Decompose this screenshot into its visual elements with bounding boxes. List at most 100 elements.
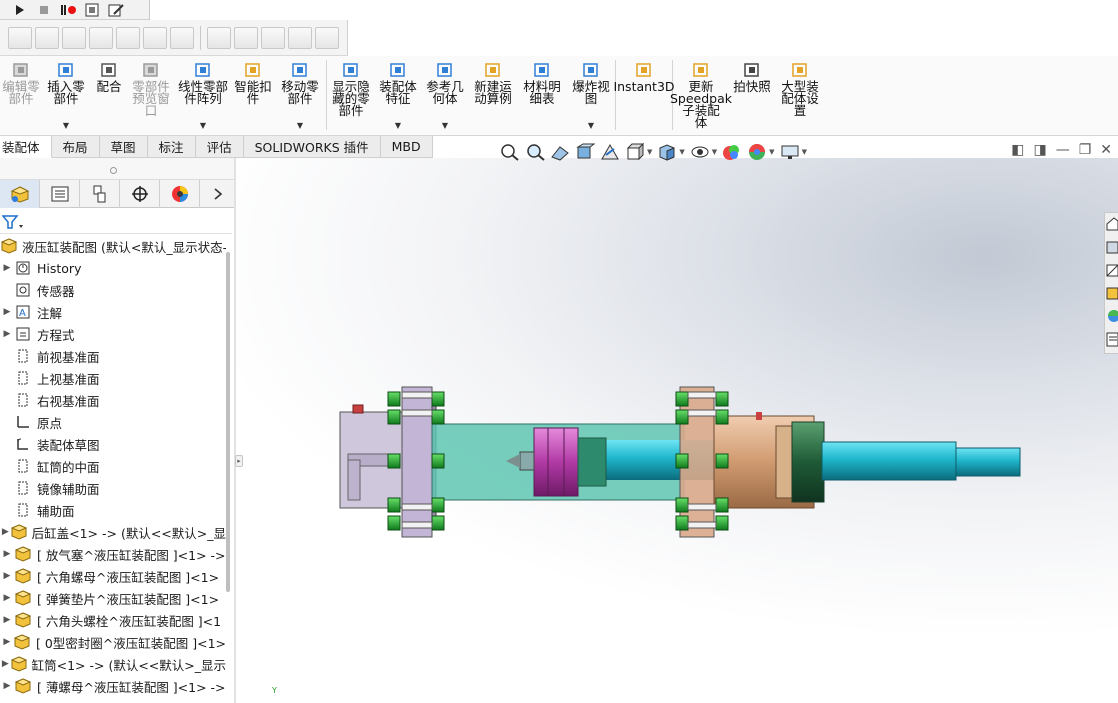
dynamic-annotation-icon[interactable] <box>600 143 620 161</box>
command-exploded-view-button[interactable]: 爆炸视 图 ▼ <box>567 56 615 136</box>
command-bom-button[interactable]: 材料明 细表 <box>517 56 567 136</box>
tile-left-icon[interactable]: ◧ <box>1011 142 1024 158</box>
view-palette-icon[interactable] <box>1106 284 1118 302</box>
dimxpert-tab[interactable] <box>120 179 160 208</box>
tab-6[interactable]: MBD <box>380 136 433 158</box>
tab-5[interactable]: SOLIDWORKS 插件 <box>243 136 381 158</box>
custom-properties-icon[interactable] <box>1106 330 1118 348</box>
tab-1[interactable]: 布局 <box>51 136 100 158</box>
toolbar-button-7[interactable] <box>170 26 194 49</box>
command-show-hidden-button[interactable]: 显示隐 藏的零 部件 <box>327 56 375 136</box>
restore-icon[interactable]: ❐ <box>1079 142 1092 158</box>
toolbar-button-5[interactable] <box>116 26 140 49</box>
previous-view-icon[interactable] <box>550 143 570 161</box>
appearances-icon[interactable] <box>1106 307 1118 325</box>
dropdown-caret-icon[interactable]: ▼ <box>769 148 774 156</box>
tab-2[interactable]: 草图 <box>99 136 148 158</box>
toolbar-button-3[interactable] <box>62 26 86 49</box>
tree-item[interactable]: 辅助面 <box>0 499 226 521</box>
toolbar-button-2[interactable] <box>35 26 59 49</box>
display-manager-tab[interactable] <box>160 179 200 208</box>
tree-item[interactable]: 传感器 <box>0 279 226 301</box>
dropdown-caret-icon[interactable]: ▼ <box>297 121 303 130</box>
tree-item[interactable]: ▶ 后缸盖<1> -> (默认<<默认>_显 <box>0 521 226 543</box>
command-large-assembly-button[interactable]: 大型装 配体设 置 <box>775 56 825 136</box>
expand-arrow-icon[interactable]: ▶ <box>0 593 14 603</box>
collapse-pane-handle[interactable]: ▸ <box>235 455 243 467</box>
more-tabs-button[interactable] <box>200 180 236 208</box>
command-snapshot-button[interactable]: 拍快照 <box>729 56 775 136</box>
toolbar-button-12[interactable] <box>315 26 339 49</box>
command-component-preview-button[interactable]: 零部件 预览窗 口 <box>128 56 174 136</box>
expand-arrow-icon[interactable]: ▶ <box>0 659 11 669</box>
expand-arrow-icon[interactable]: ▶ <box>0 637 14 647</box>
command-instant3d-button[interactable]: Instant3D <box>613 56 675 136</box>
tree-item[interactable]: ▶ [ 弹簧垫片^液压缸装配图 ]<1> <box>0 587 226 609</box>
command-smart-fasteners-button[interactable]: 智能扣 件 <box>232 56 274 136</box>
minimize-icon[interactable]: — <box>1056 142 1070 158</box>
tree-item[interactable]: ▶ [ 六角头螺栓^液压缸装配图 ]<1 <box>0 609 226 631</box>
featuremanager-tab[interactable] <box>0 179 40 208</box>
dropdown-caret-icon[interactable]: ▼ <box>712 148 717 156</box>
tree-item[interactable]: 原点 <box>0 411 226 433</box>
toolbar-button-6[interactable] <box>143 26 167 49</box>
design-library-icon[interactable] <box>1106 238 1118 256</box>
tree-item[interactable]: 上视基准面 <box>0 367 226 389</box>
home-icon[interactable] <box>1106 215 1118 233</box>
command-move-component-button[interactable]: 移动零 部件 ▼ <box>274 56 326 136</box>
tab-3[interactable]: 标注 <box>147 136 196 158</box>
toolbar-button-4[interactable] <box>89 26 113 49</box>
play-macro-icon[interactable] <box>12 3 28 17</box>
dropdown-caret-icon[interactable]: ▼ <box>395 121 401 130</box>
file-explorer-icon[interactable] <box>1106 261 1118 279</box>
tree-item[interactable]: 右视基准面 <box>0 389 226 411</box>
dropdown-caret-icon[interactable]: ▼ <box>802 148 807 156</box>
expand-arrow-icon[interactable]: ▶ <box>0 681 14 691</box>
tree-item[interactable]: ▶ [ 放气塞^液压缸装配图 ]<1> -> <box>0 543 226 565</box>
tree-item[interactable]: ▶ 缸筒<1> -> (默认<<默认>_显示 <box>0 653 226 675</box>
tab-4[interactable]: 评估 <box>195 136 244 158</box>
dropdown-caret-icon[interactable]: ▼ <box>588 121 594 130</box>
dropdown-caret-icon[interactable]: ▼ <box>679 148 684 156</box>
expand-arrow-icon[interactable]: ▶ <box>0 571 14 581</box>
toolbar-button-11[interactable] <box>288 26 312 49</box>
command-edit-component-button[interactable]: 编辑零 部件 <box>0 56 42 136</box>
view-settings-icon[interactable] <box>780 143 800 161</box>
tree-scrollbar[interactable] <box>226 252 230 592</box>
command-linear-pattern-button[interactable]: 线性零部 件阵列 ▼ <box>174 56 232 136</box>
panel-grip[interactable] <box>0 158 236 180</box>
edit-macro-icon[interactable] <box>108 3 124 17</box>
toolbar-button-1[interactable] <box>8 26 32 49</box>
tree-item[interactable]: ▶ [ 0型密封圈^液压缸装配图 ]<1> <box>0 631 226 653</box>
tree-item[interactable]: 前视基准面 <box>0 345 226 367</box>
command-speedpak-button[interactable]: 更新 Speedpak 子装配 体 <box>670 56 732 136</box>
toolbar-button-9[interactable] <box>234 26 258 49</box>
hide-show-items-icon[interactable] <box>690 143 710 161</box>
graphics-area[interactable] <box>236 158 1118 703</box>
apply-scene-icon[interactable] <box>747 143 767 161</box>
dropdown-caret-icon[interactable]: ▼ <box>200 121 206 130</box>
command-assembly-features-button[interactable]: 装配体 特征 ▼ <box>375 56 421 136</box>
tree-item[interactable]: ▶ [ 六角螺母^液压缸装配图 ]<1> <box>0 565 226 587</box>
command-mate-button[interactable]: 配合 <box>90 56 128 136</box>
expand-arrow-icon[interactable]: ▶ <box>0 263 14 273</box>
filter-icon[interactable] <box>2 213 24 231</box>
display-style-icon[interactable] <box>657 143 677 161</box>
toolbar-button-8[interactable] <box>207 26 231 49</box>
command-reference-geometry-button[interactable]: 参考几 何体 ▼ <box>421 56 469 136</box>
expand-arrow-icon[interactable]: ▶ <box>0 329 14 339</box>
zoom-to-fit-icon[interactable] <box>500 143 520 161</box>
expand-arrow-icon[interactable]: ▶ <box>0 615 14 625</box>
zoom-to-area-icon[interactable] <box>525 143 545 161</box>
tree-item[interactable]: 缸筒的中面 <box>0 455 226 477</box>
section-view-icon[interactable] <box>575 143 596 161</box>
configurationmanager-tab[interactable] <box>80 179 120 208</box>
expand-arrow-icon[interactable]: ▶ <box>0 549 14 559</box>
edit-appearance-icon[interactable] <box>722 143 742 161</box>
expand-arrow-icon[interactable]: ▶ <box>0 527 11 537</box>
tile-right-icon[interactable]: ◨ <box>1033 142 1046 158</box>
propertymanager-tab[interactable] <box>40 179 80 208</box>
tree-item[interactable]: ▶ [ 薄螺母^液压缸装配图 ]<1> -> <box>0 675 226 697</box>
tree-item[interactable]: 装配体草图 <box>0 433 226 455</box>
dropdown-caret-icon[interactable]: ▼ <box>647 148 652 156</box>
